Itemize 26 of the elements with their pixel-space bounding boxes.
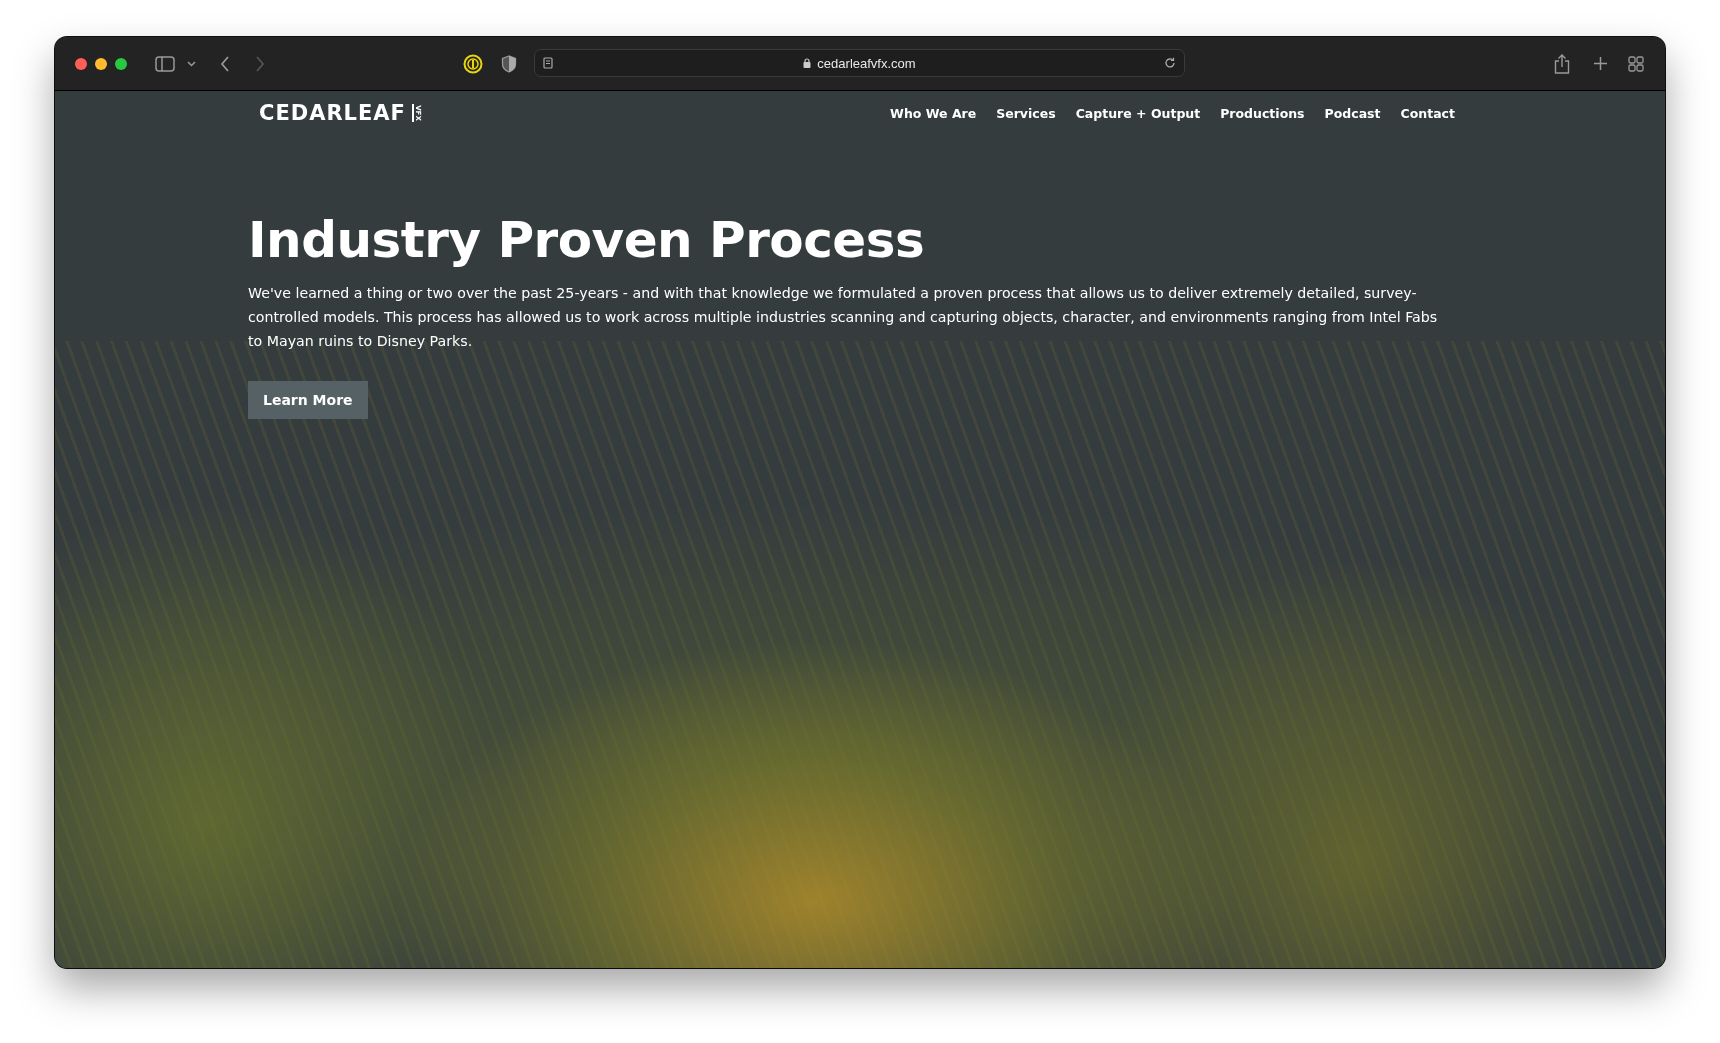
password-manager-icon[interactable]: [463, 53, 483, 74]
sidebar-icon[interactable]: [155, 55, 175, 72]
nav-link[interactable]: Services: [996, 105, 1056, 121]
nav-link[interactable]: Productions: [1220, 105, 1305, 121]
zoom-button[interactable]: [115, 57, 127, 70]
nav-link[interactable]: Podcast: [1324, 105, 1381, 121]
new-tab-icon[interactable]: [1593, 56, 1608, 71]
hero-heading: Industry Proven Process: [248, 211, 926, 269]
learn-more-button[interactable]: Learn More: [248, 381, 368, 419]
back-icon[interactable]: [220, 55, 230, 72]
nav-link[interactable]: Who We Are: [890, 105, 977, 121]
hero-description: We've learned a thing or two over the past 25-years - and with that knowledge we formulated a proven process that allows us to deliver extremely detailed, survey-controlled models. This process has allowed us to work across multiple industries scanning and capturing objects, character, and environments ranging from Intel Fabs to Mayan ruins to Disney Parks.: [248, 284, 1438, 351]
reader-icon[interactable]: [543, 57, 553, 69]
close-button[interactable]: [75, 57, 87, 70]
reload-icon[interactable]: [1164, 57, 1176, 69]
minimize-button[interactable]: [95, 57, 107, 70]
nav-link[interactable]: Contact: [1400, 105, 1455, 121]
logo-text[interactable]: CEDARLEAF: [259, 101, 406, 125]
chevron-down-icon[interactable]: [187, 60, 196, 67]
nav-link[interactable]: Capture + Output: [1075, 105, 1201, 121]
shield-icon[interactable]: [501, 54, 517, 73]
lock-icon: [803, 58, 812, 68]
tab-overview-icon[interactable]: [1628, 55, 1644, 72]
share-icon[interactable]: [1554, 53, 1570, 74]
url-text: cedarleafvfx.com: [817, 55, 916, 71]
address-bar[interactable]: cedarleafvfx.com: [534, 49, 1185, 77]
